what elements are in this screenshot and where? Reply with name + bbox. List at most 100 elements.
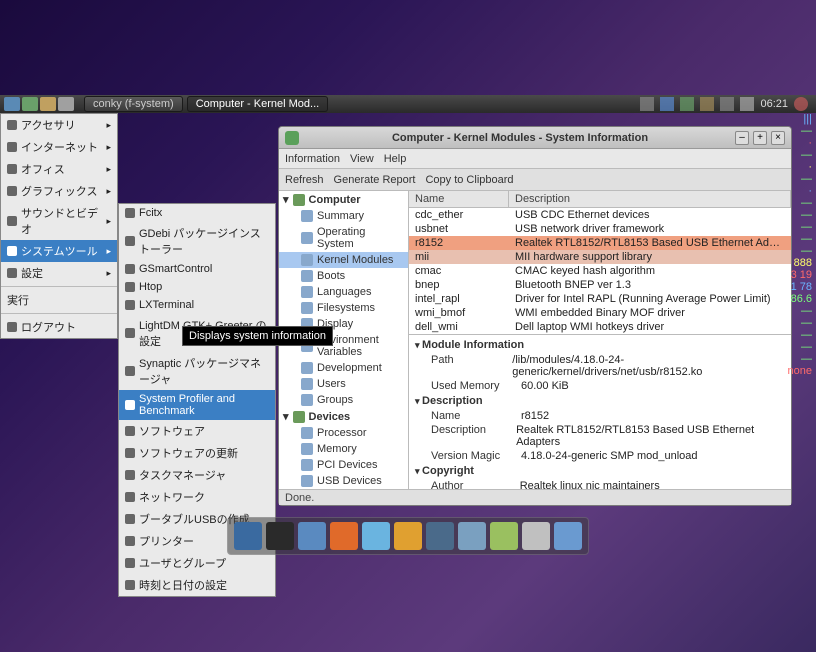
tree-filesystems[interactable]: Filesystems [279,300,408,316]
tree-os[interactable]: Operating System [279,224,408,252]
dock-files[interactable] [298,522,326,550]
bluetooth-icon[interactable] [660,97,674,111]
dock-item[interactable] [554,522,582,550]
submenu-taskmanager[interactable]: タスクマネージャ [119,464,275,486]
dock-terminal[interactable] [266,522,294,550]
tree-pci[interactable]: PCI Devices [279,457,408,473]
submenu-htop[interactable]: Htop [119,278,275,296]
list-row[interactable]: intel_raplDriver for Intel RAPL (Running… [409,292,791,306]
taskbar-item-conky[interactable]: conky (f-system) [84,96,183,112]
users-icon [125,558,135,568]
list-row[interactable]: bnepBluetooth BNEP ver 1.3 [409,278,791,292]
tree-languages[interactable]: Languages [279,284,408,300]
tree-summary[interactable]: Summary [279,208,408,224]
dock-item[interactable] [490,522,518,550]
volume-icon[interactable] [740,97,754,111]
tree-development[interactable]: Development [279,360,408,376]
dock-firefox[interactable] [330,522,358,550]
submenu-network[interactable]: ネットワーク [119,486,275,508]
power-icon[interactable] [794,97,808,111]
menubar: Information View Help [279,149,791,169]
tree-boots[interactable]: Boots [279,268,408,284]
detail-val: Realtek RTL8152/RTL8153 Based USB Ethern… [516,424,785,448]
titlebar[interactable]: Computer - Kernel Modules - System Infor… [279,127,791,149]
menu-view[interactable]: View [350,153,374,165]
dock-item[interactable] [522,522,550,550]
menu-system-tools[interactable]: システムツール▸ [1,240,117,262]
submenu-lxterminal[interactable]: LXTerminal [119,296,275,314]
list-header[interactable]: Name Description [409,191,791,208]
col-description[interactable]: Description [509,191,791,207]
submenu-gsmartcontrol[interactable]: GSmartControl [119,260,275,278]
dock-item[interactable] [458,522,486,550]
list-row[interactable]: r8152Realtek RTL8152/RTL8153 Based USB E… [409,236,791,250]
terminal-icon [125,300,135,310]
submenu-software[interactable]: ソフトウェア [119,420,275,442]
menu-settings[interactable]: 設定▸ [1,262,117,284]
tree-devices[interactable]: ▾Devices [279,408,408,425]
menu-information[interactable]: Information [285,153,340,165]
list-row[interactable]: cmacCMAC keyed hash algorithm [409,264,791,278]
tray-icon[interactable] [700,97,714,111]
tree-computer[interactable]: ▾Computer [279,191,408,208]
menu-accessories[interactable]: アクセサリ▸ [1,114,117,136]
menu-logout[interactable]: ログアウト [1,316,117,338]
browser-icon[interactable] [58,97,74,111]
detail-copyright[interactable]: Copyright [411,463,789,479]
dock-item[interactable] [426,522,454,550]
dock-item[interactable] [234,522,262,550]
list-row[interactable]: miiMII hardware support library [409,250,791,264]
tree-usb[interactable]: USB Devices [279,473,408,489]
os-icon [301,232,313,244]
tray-icon[interactable] [720,97,734,111]
tree-processor[interactable]: Processor [279,425,408,441]
tree-groups[interactable]: Groups [279,392,408,408]
tree-users[interactable]: Users [279,376,408,392]
submenu-gdebi[interactable]: GDebi パッケージインストーラー [119,222,275,260]
filemanager-icon[interactable] [40,97,56,111]
menu-run[interactable]: 実行 [1,289,117,311]
list-row[interactable]: cdc_etherUSB CDC Ethernet devices [409,208,791,222]
menu-office[interactable]: オフィス▸ [1,158,117,180]
network-icon[interactable] [680,97,694,111]
panel-icon[interactable] [22,97,38,111]
list-row[interactable]: dell_wmiDell laptop WMI hotkeys driver [409,320,791,334]
dock-chromium[interactable] [362,522,390,550]
dock-vlc[interactable] [394,522,422,550]
mem-icon [301,443,313,455]
module-details[interactable]: Module Information Path/lib/modules/4.18… [409,335,791,489]
copy-clipboard-button[interactable]: Copy to Clipboard [425,174,513,186]
submenu-synaptic[interactable]: Synaptic パッケージマネージャ [119,352,275,390]
menu-internet[interactable]: インターネット▸ [1,136,117,158]
detail-key: Used Memory [431,380,521,392]
submenu-fcitx[interactable]: Fcitx [119,204,275,222]
menu-sound-video[interactable]: サウンドとビデオ▸ [1,202,117,240]
detail-description[interactable]: Description [411,393,789,409]
submenu-software-update[interactable]: ソフトウェアの更新 [119,442,275,464]
summary-icon [301,210,313,222]
close-button[interactable]: × [771,131,785,145]
menu-graphics[interactable]: グラフィックス▸ [1,180,117,202]
generate-report-button[interactable]: Generate Report [334,174,416,186]
application-menu[interactable]: アクセサリ▸ インターネット▸ オフィス▸ グラフィックス▸ サウンドとビデオ▸… [0,113,118,339]
minimize-button[interactable]: – [735,131,749,145]
list-row[interactable]: wmi_bmofWMI embedded Binary MOF driver [409,306,791,320]
refresh-button[interactable]: Refresh [285,174,324,186]
tray-icon[interactable] [640,97,654,111]
menu-launcher-icon[interactable] [4,97,20,111]
col-name[interactable]: Name [409,191,509,207]
info-icon [125,400,135,410]
tree-kernel-modules[interactable]: Kernel Modules [279,252,408,268]
maximize-button[interactable]: + [753,131,767,145]
submenu-date-time[interactable]: 時刻と日付の設定 [119,574,275,596]
tree-memory[interactable]: Memory [279,441,408,457]
submenu-system-profiler[interactable]: System Profiler and Benchmark [119,390,275,420]
menu-help[interactable]: Help [384,153,407,165]
list-row[interactable]: usbnetUSB network driver framework [409,222,791,236]
submenu-users-groups[interactable]: ユーザとグループ [119,552,275,574]
boot-icon [301,270,313,282]
module-list[interactable]: Name Description cdc_etherUSB CDC Ethern… [409,191,791,335]
detail-module-info[interactable]: Module Information [411,337,789,353]
clock[interactable]: 06:21 [760,98,788,110]
taskbar-item-sysinfo[interactable]: Computer - Kernel Mod... [187,96,329,112]
